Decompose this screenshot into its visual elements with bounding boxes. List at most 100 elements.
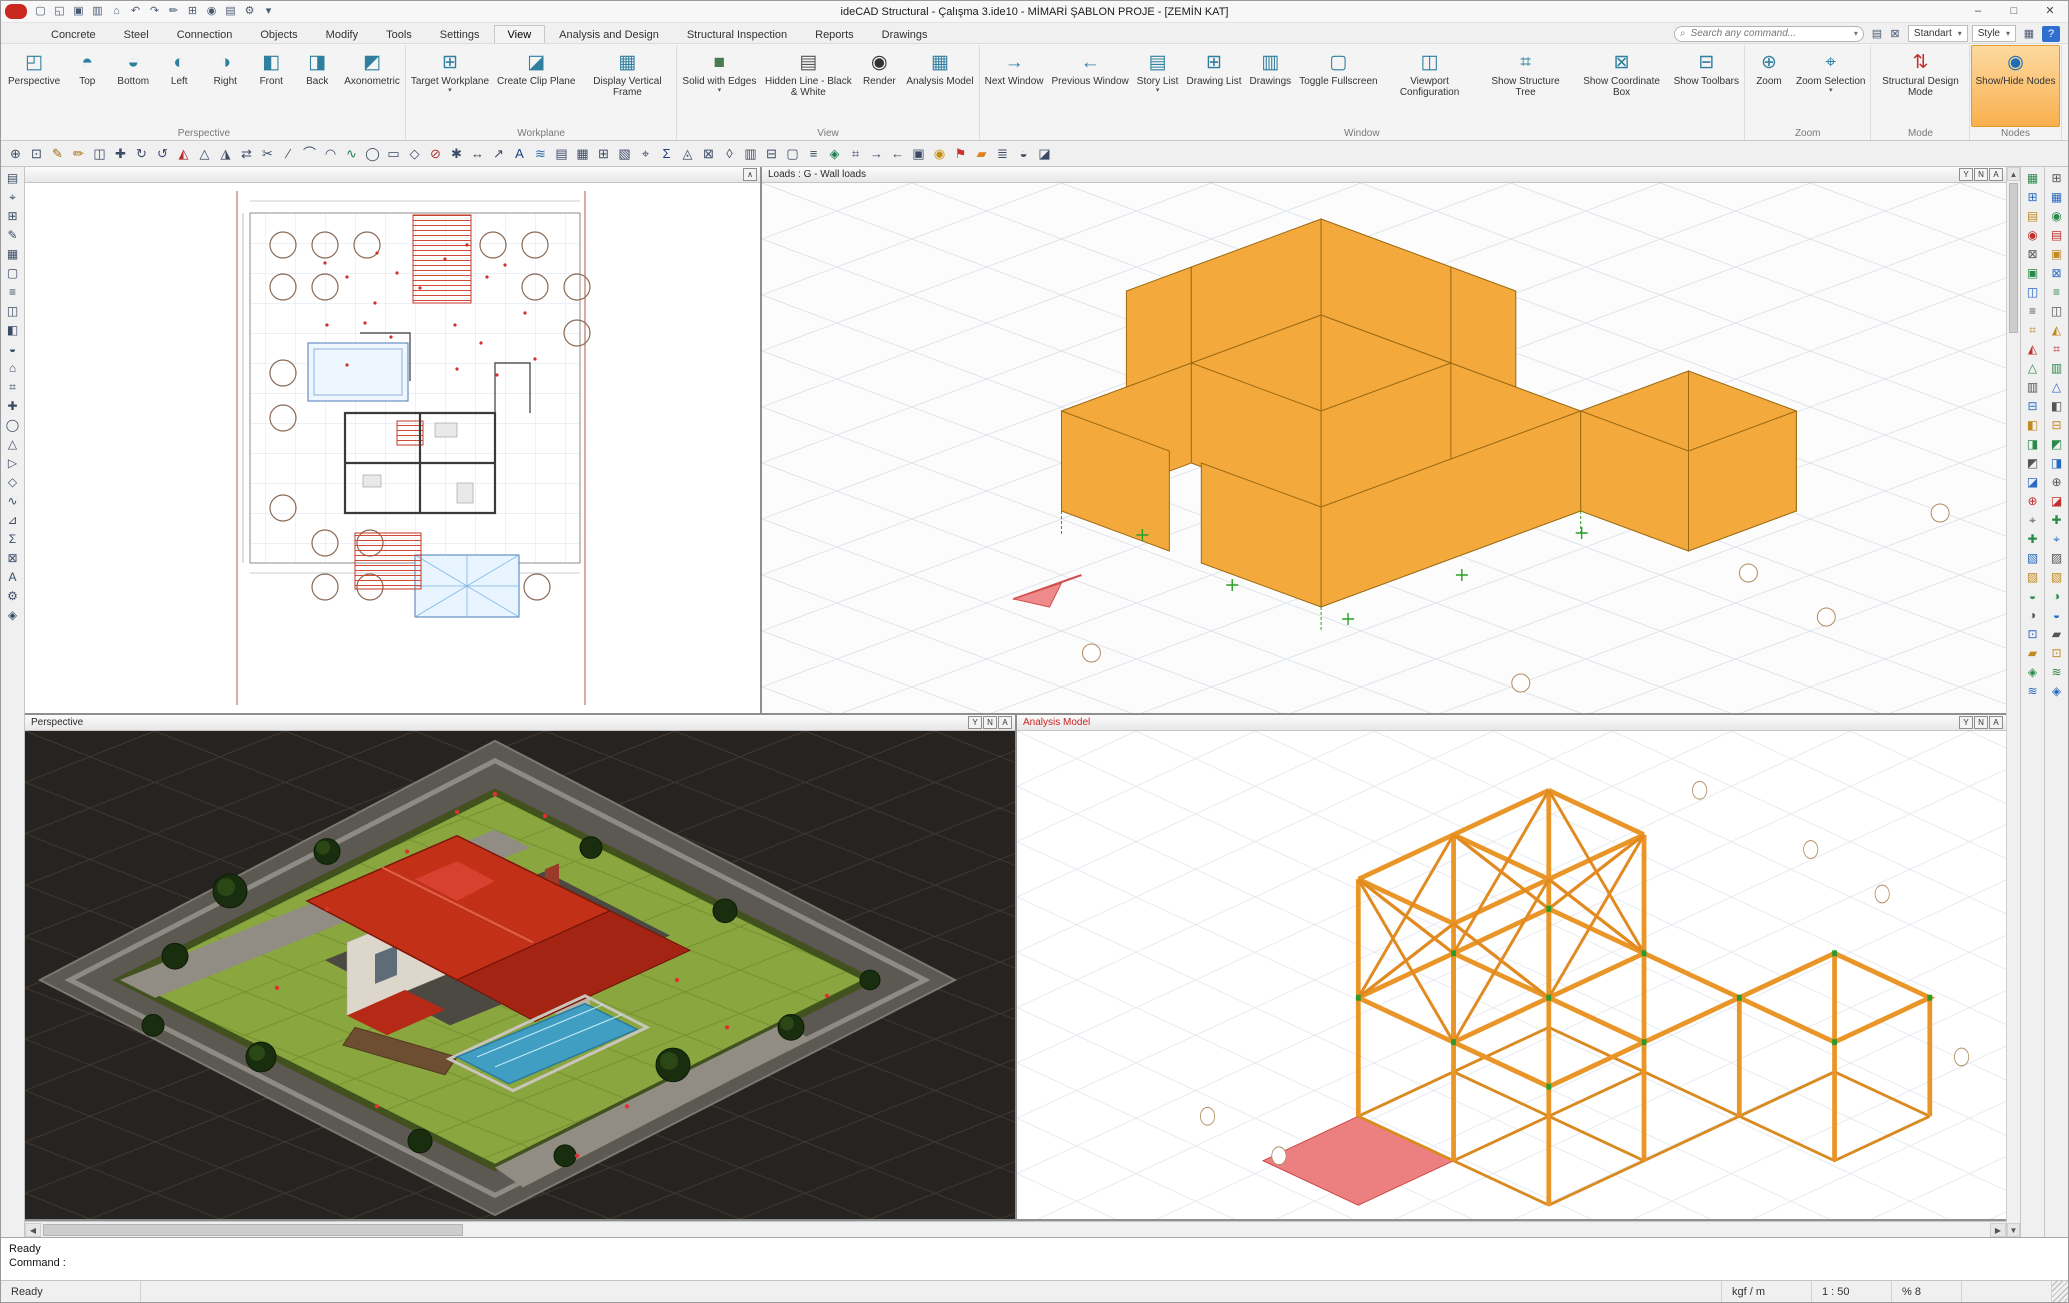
toolbar-icon[interactable]: ✱ [446,143,467,164]
left-toolbar-icon[interactable]: ◒ [3,340,23,359]
ribbon-tab[interactable]: Structural Inspection [673,25,801,43]
tabbar-tool-icon[interactable]: ⊠ [1886,26,1904,42]
right-toolbar-icon[interactable]: ▧ [2047,568,2067,587]
ribbon-tab[interactable]: Concrete [37,25,110,43]
ribbon-tab[interactable]: View [494,25,546,43]
right-toolbar-icon[interactable]: ▦ [2047,188,2067,207]
right-toolbar-icon[interactable]: ▰ [2023,644,2043,663]
ribbon-button[interactable]: → Next Window [981,45,1048,127]
ribbon-tab[interactable]: Analysis and Design [545,25,673,43]
ribbon-button[interactable]: ◪ Create Clip Plane [493,45,579,127]
ribbon-button[interactable]: ◐ Left [156,45,202,127]
maximize-button[interactable]: □ [1996,1,2032,22]
viewport-button[interactable]: Y [1959,168,1973,181]
right-toolbar-icon[interactable]: ⌖ [2047,530,2067,549]
ribbon-button[interactable]: ◨ Back [294,45,340,127]
ribbon-button[interactable]: ◰ Perspective [4,45,64,127]
right-toolbar-icon[interactable]: ⊠ [2023,245,2043,264]
ribbon-button[interactable]: ◒ Bottom [110,45,156,127]
left-toolbar-icon[interactable]: ◇ [3,473,23,492]
ribbon-button[interactable]: ▦ Analysis Model [902,45,977,127]
ribbon-button[interactable]: ⊟ Show Toolbars [1670,45,1743,127]
left-toolbar-icon[interactable]: ◈ [3,606,23,625]
left-toolbar-icon[interactable]: ∿ [3,492,23,511]
left-toolbar-icon[interactable]: ⊠ [3,549,23,568]
ribbon-button[interactable]: ⊕ Zoom [1746,45,1792,127]
right-toolbar-icon[interactable]: ◧ [2047,397,2067,416]
toolbar-icon[interactable]: ▤ [551,143,572,164]
ribbon-button[interactable]: ⇅ Structural Design Mode [1872,45,1968,127]
right-toolbar-icon[interactable]: ◒ [2047,606,2067,625]
viewport-button[interactable]: Y [1959,716,1973,729]
right-toolbar-icon[interactable]: ⌗ [2023,321,2043,340]
quick-access-icon[interactable]: ↶ [126,3,145,20]
toolbar-icon[interactable]: ◒ [1013,143,1034,164]
ribbon-button[interactable]: ← Previous Window [1048,45,1133,127]
ribbon-button[interactable]: ⊠ Show Coordinate Box [1574,45,1670,127]
status-units[interactable]: kgf / m [1722,1281,1812,1302]
right-toolbar-icon[interactable]: ◑ [2023,606,2043,625]
toolbar-icon[interactable]: ✚ [110,143,131,164]
left-toolbar-icon[interactable]: ▤ [3,169,23,188]
scroll-right-icon[interactable]: ▶ [1990,1223,2006,1237]
ribbon-button[interactable]: ■ Solid with Edges ▾ [678,45,760,127]
toolbar-icon[interactable]: A [509,143,530,164]
toolbar-icon[interactable]: ▭ [383,143,404,164]
command-search-input[interactable] [1689,27,1854,40]
ribbon-button[interactable]: ⊞ Drawing List [1182,45,1245,127]
toolbar-icon[interactable]: ↔ [467,143,488,164]
ribbon-button[interactable]: ▦ Display Vertical Frame [579,45,675,127]
right-toolbar-icon[interactable]: ⌗ [2047,340,2067,359]
toolbar-icon[interactable]: Σ [656,143,677,164]
left-toolbar-icon[interactable]: ◧ [3,321,23,340]
render-canvas[interactable] [25,731,1015,1219]
right-toolbar-icon[interactable]: ◩ [2023,454,2043,473]
viewport-header[interactable]: ∧ [25,167,760,183]
ribbon-button[interactable]: ◑ Right [202,45,248,127]
left-toolbar-icon[interactable]: ◫ [3,302,23,321]
viewport-header[interactable]: Perspective YNA [25,715,1015,731]
search-dropdown-icon[interactable]: ▾ [1854,29,1858,38]
toolbar-icon[interactable]: ← [887,143,908,164]
toolbar-icon[interactable]: ⊕ [5,143,26,164]
right-toolbar-icon[interactable]: ✚ [2023,530,2043,549]
command-search[interactable]: ⌕ ▾ [1674,26,1864,42]
right-toolbar-icon[interactable]: ◨ [2047,454,2067,473]
ribbon-tab[interactable]: Objects [246,25,311,43]
help-button[interactable]: ? [2042,26,2060,42]
left-toolbar-icon[interactable]: ▷ [3,454,23,473]
quick-access-icon[interactable]: ▢ [31,3,50,20]
ribbon-button[interactable]: ▢ Toggle Fullscreen [1295,45,1381,127]
quick-access-icon[interactable]: ✏ [164,3,183,20]
right-toolbar-icon[interactable]: ✚ [2047,511,2067,530]
toolbar-icon[interactable]: ◇ [404,143,425,164]
right-toolbar-icon[interactable]: ▨ [2047,549,2067,568]
toolbar-icon[interactable]: ⇄ [236,143,257,164]
right-toolbar-icon[interactable]: ▣ [2023,264,2043,283]
command-area[interactable]: Ready Command : [1,1237,2068,1280]
right-toolbar-icon[interactable]: ≡ [2023,302,2043,321]
toolbar-icon[interactable]: ◫ [89,143,110,164]
right-toolbar-icon[interactable]: ◪ [2023,473,2043,492]
toolbar-icon[interactable]: △ [194,143,215,164]
right-toolbar-icon[interactable]: ▤ [2047,226,2067,245]
toolbar-icon[interactable]: ◊ [719,143,740,164]
ribbon-button[interactable]: ▤ Story List ▾ [1133,45,1183,127]
ribbon-button[interactable]: ◧ Front [248,45,294,127]
toolbar-icon[interactable]: ↗ [488,143,509,164]
toolbar-icon[interactable]: ✂ [257,143,278,164]
right-toolbar-icon[interactable]: ⊟ [2047,416,2067,435]
toolbar-icon[interactable]: ⊟ [761,143,782,164]
toolbar-icon[interactable]: ▰ [971,143,992,164]
ribbon-tab[interactable]: Drawings [868,25,942,43]
right-toolbar-icon[interactable]: ◉ [2047,207,2067,226]
toolbar-icon[interactable]: ◉ [929,143,950,164]
wall-loads-canvas[interactable] [762,183,2006,713]
right-toolbar-icon[interactable]: △ [2023,359,2043,378]
toolbar-icon[interactable]: ✎ [47,143,68,164]
right-toolbar-icon[interactable]: ⊟ [2023,397,2043,416]
viewport-button[interactable]: N [983,716,997,729]
toolbar-icon[interactable]: ▣ [908,143,929,164]
status-scale[interactable]: 1 : 50 [1812,1281,1892,1302]
toolbar-icon[interactable]: ≡ [803,143,824,164]
